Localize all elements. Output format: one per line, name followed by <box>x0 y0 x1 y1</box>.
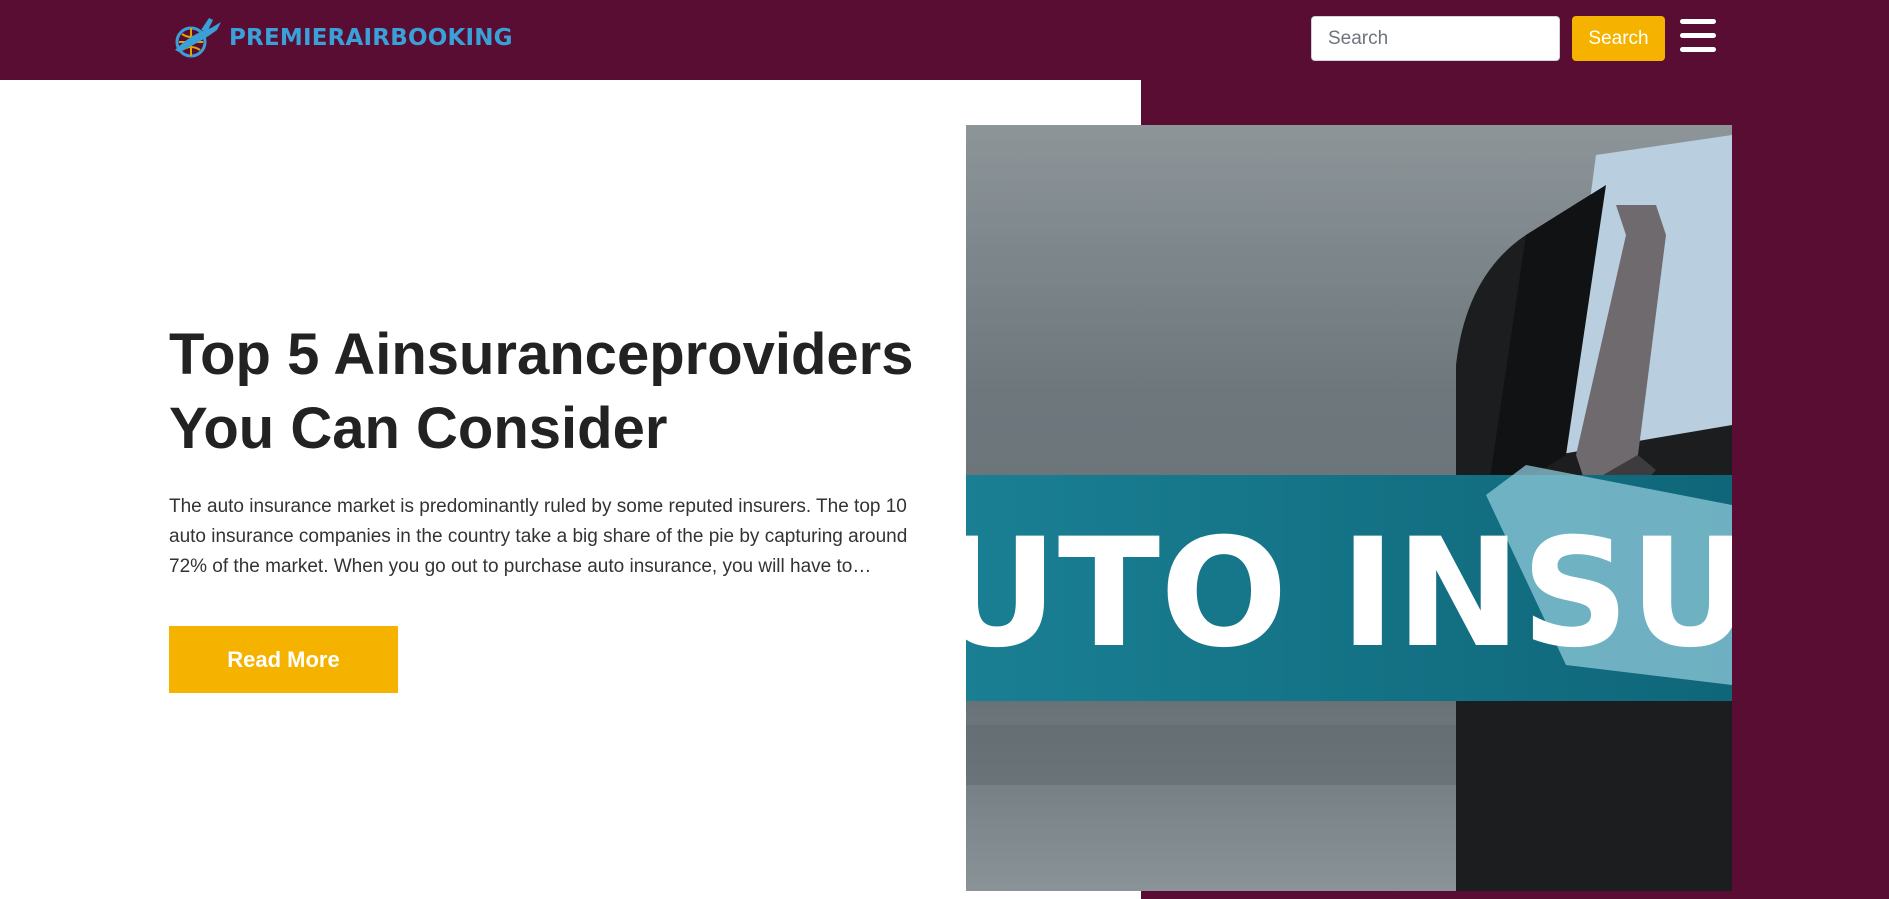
site-logo[interactable]: PREMIERAIRBOOKING <box>171 16 513 60</box>
hamburger-menu-icon[interactable] <box>1680 19 1718 53</box>
auto-insurance-image-text: UTO INSURAN <box>966 507 1732 681</box>
search-input[interactable] <box>1311 16 1560 61</box>
post-title: Top 5 Ainsuranceproviders You Can Consid… <box>169 322 914 461</box>
auto-insurance-illustration: UTO INSURAN <box>966 125 1732 891</box>
airplane-globe-logo-icon <box>175 18 221 58</box>
auto-insurance-image: UTO INSURAN <box>966 125 1732 891</box>
header-bar: PREMIERAIRBOOKING Search <box>0 0 1889 80</box>
logo-text: PREMIERAIRBOOKING <box>229 25 513 51</box>
post-excerpt: The auto insurance market is predominant… <box>169 496 908 577</box>
search-button[interactable]: Search <box>1572 16 1665 61</box>
read-more-button[interactable]: Read More <box>169 626 398 693</box>
